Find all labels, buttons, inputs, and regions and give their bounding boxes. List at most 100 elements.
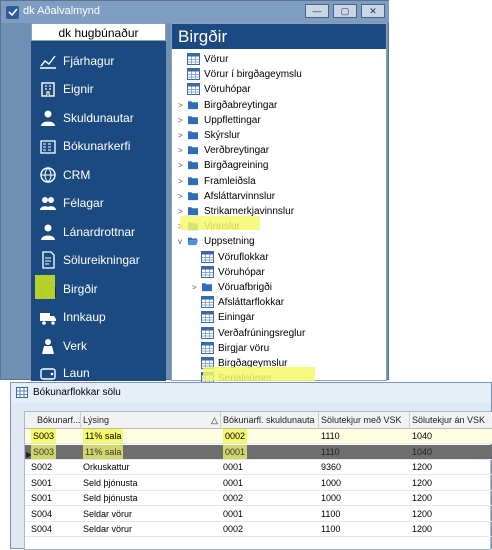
app-icon bbox=[6, 6, 19, 19]
table-row[interactable]: ▶ S003 11% sala 0001 1110 1040 bbox=[25, 444, 492, 460]
folder-icon bbox=[188, 176, 198, 185]
table-cell: 9360 bbox=[321, 462, 342, 472]
dialog-title: Bókunarflokkar sölu bbox=[33, 387, 121, 398]
col-header-revenue-with-vat[interactable]: Sölutekjur með VSK bbox=[321, 415, 402, 425]
tree-node-label: Verðbreytingar bbox=[204, 145, 270, 157]
table-cell: 1200 bbox=[412, 477, 433, 488]
table-row[interactable]: S004 Seldar vörur 0002 1100 1200 bbox=[25, 522, 492, 537]
table-cell: 1110 bbox=[321, 446, 340, 457]
maximize-button[interactable]: ▢ bbox=[333, 4, 357, 18]
folder-icon bbox=[188, 131, 198, 140]
table-cell: 1100 bbox=[321, 508, 341, 519]
sidebar-item-crm[interactable]: CRM bbox=[31, 161, 166, 189]
sidebar-item-label: Lánardrottnar bbox=[63, 225, 136, 239]
table-cell: S002 bbox=[31, 462, 53, 472]
tree-node-label: Vörur bbox=[204, 54, 229, 65]
collapsed-arrow-icon[interactable]: > bbox=[178, 129, 186, 142]
collapsed-arrow-icon[interactable]: > bbox=[178, 175, 186, 188]
minimize-button[interactable]: — bbox=[305, 4, 329, 18]
col-header-code[interactable]: Bókunarf... bbox=[37, 415, 81, 425]
expanded-arrow-icon[interactable]: v bbox=[178, 235, 186, 248]
birgdir-tree-panel: Birgðir Vörur Vörur í birgðageymslu Vöruhó… bbox=[171, 23, 387, 415]
sidebar-item-solureikningar[interactable]: Sölureikningar bbox=[31, 246, 166, 274]
table-cell: Orkuskattur bbox=[83, 462, 130, 472]
close-button[interactable]: ✕ bbox=[361, 4, 385, 18]
table-row[interactable]: S001 Seld þjónusta 0001 1000 1200 bbox=[25, 476, 492, 491]
wallet-icon bbox=[40, 368, 56, 380]
col-header-description[interactable]: Lýsing bbox=[83, 415, 109, 425]
tree-node-label: Vöruafbrigði bbox=[218, 282, 272, 293]
building-icon bbox=[41, 82, 55, 97]
people-icon bbox=[41, 224, 55, 240]
sidebar-item-label: Bókunarkerfi bbox=[63, 139, 131, 153]
sidebar-item-label: Birgðir bbox=[63, 282, 98, 296]
person-icon bbox=[41, 110, 55, 126]
globe-icon bbox=[40, 167, 56, 183]
collapsed-arrow-icon[interactable]: > bbox=[192, 281, 200, 294]
sales-posting-groups-table: Bókunarf... Lýsing △ Bókunarfl. skulduna… bbox=[24, 411, 492, 550]
table-cell: Seldar vörur bbox=[83, 508, 133, 519]
table-cell: S003 bbox=[31, 444, 57, 459]
tree-node-label: Vöruflokkar bbox=[218, 251, 269, 263]
table-cell: 0001 bbox=[223, 462, 244, 472]
sidebar-item-label: Sölureikningar bbox=[63, 253, 140, 267]
main-window: dk Aðalvalmynd — ▢ ✕ dk hugbúnaður Fjárh… bbox=[0, 0, 389, 415]
dialog-titlebar[interactable]: Bókunarflokkar sölu bbox=[11, 383, 491, 403]
tree-node-label: Verðafrúningsreglur bbox=[218, 327, 306, 339]
table-cell: 1040 bbox=[412, 446, 433, 457]
tree-node-label: Afsláttarvinnslur bbox=[204, 190, 276, 202]
sidebar-item-lanardrottnar[interactable]: Lánardrottnar bbox=[31, 218, 166, 246]
table-cell: 1000 bbox=[321, 477, 342, 488]
table-cell: 11% sala bbox=[83, 429, 124, 443]
hotel-icon bbox=[40, 140, 56, 154]
table-row[interactable]: S004 Seldar vörur 0001 1100 1200 bbox=[25, 507, 492, 522]
table-cell: 1200 bbox=[412, 524, 433, 534]
folder-icon bbox=[188, 161, 198, 170]
col-header-revenue-without-vat[interactable]: Sölutekjur án VSK bbox=[412, 415, 485, 425]
col-header-customer-group[interactable]: Bókunarfl. skuldunauta bbox=[223, 415, 315, 425]
table-icon bbox=[187, 53, 200, 65]
sidebar-item-verk[interactable]: Verk bbox=[31, 332, 166, 360]
sidebar-item-eignir[interactable]: Eignir bbox=[31, 75, 166, 103]
window-titlebar[interactable]: dk Aðalvalmynd — ▢ ✕ bbox=[1, 1, 389, 23]
table-icon bbox=[187, 83, 200, 96]
sidebar-item-label: Innkaup bbox=[63, 310, 106, 324]
tree-node-label: Uppsetning bbox=[204, 236, 255, 248]
tree-node-label: Skýrslur bbox=[204, 130, 241, 141]
sidebar-item-label: Fjárhagur bbox=[63, 54, 115, 68]
table-cell: 1100 bbox=[321, 524, 341, 534]
table-row[interactable]: S001 Seld þjónusta 0002 1000 1200 bbox=[25, 491, 492, 506]
collapsed-arrow-icon[interactable]: > bbox=[178, 190, 186, 203]
tree-node-label: Afsláttarflokkar bbox=[218, 297, 285, 309]
table-row[interactable]: S003 11% sala 0002 1110 1040 bbox=[25, 429, 492, 444]
table-cell: 0002 bbox=[223, 493, 244, 503]
table-cell: 0001 bbox=[223, 444, 248, 459]
collapsed-arrow-icon[interactable]: > bbox=[178, 144, 186, 157]
sidebar-item-bokunarkerfi[interactable]: Bókunarkerfi bbox=[31, 132, 166, 160]
folder-icon bbox=[188, 100, 198, 109]
table-icon bbox=[201, 265, 214, 278]
tree-node-label: Framleiðsla bbox=[204, 175, 256, 187]
sidebar-item-fjarhagur[interactable]: Fjárhagur bbox=[31, 47, 166, 75]
sidebar-item-label: Laun bbox=[63, 366, 90, 380]
tree-node-label: Birgðagreining bbox=[204, 160, 269, 172]
folder-icon bbox=[188, 192, 198, 200]
table-icon bbox=[201, 341, 214, 354]
table-cell: 1200 bbox=[412, 508, 433, 519]
truck-icon bbox=[40, 313, 56, 325]
table-icon bbox=[201, 250, 214, 263]
sidebar-item-felagar[interactable]: Félagar bbox=[31, 189, 166, 217]
table-cell: 0001 bbox=[223, 477, 244, 488]
table-cell: 1110 bbox=[321, 431, 340, 441]
collapsed-arrow-icon[interactable]: > bbox=[178, 114, 186, 127]
collapsed-arrow-icon[interactable]: > bbox=[178, 159, 186, 172]
sort-ascending-icon: △ bbox=[211, 415, 218, 425]
sidebar-header: dk hugbúnaður bbox=[31, 23, 166, 41]
table-header: Bókunarf... Lýsing △ Bókunarfl. skulduna… bbox=[25, 412, 492, 429]
collapsed-arrow-icon[interactable]: > bbox=[178, 99, 186, 112]
sidebar-item-innkaup[interactable]: Innkaup bbox=[31, 303, 166, 331]
table-row[interactable]: S002 Orkuskattur 0001 9360 1200 bbox=[25, 460, 492, 475]
table-cell: 0001 bbox=[223, 508, 244, 519]
table-icon bbox=[201, 296, 214, 309]
sidebar-item-skuldunautar[interactable]: Skuldunautar bbox=[31, 104, 166, 132]
